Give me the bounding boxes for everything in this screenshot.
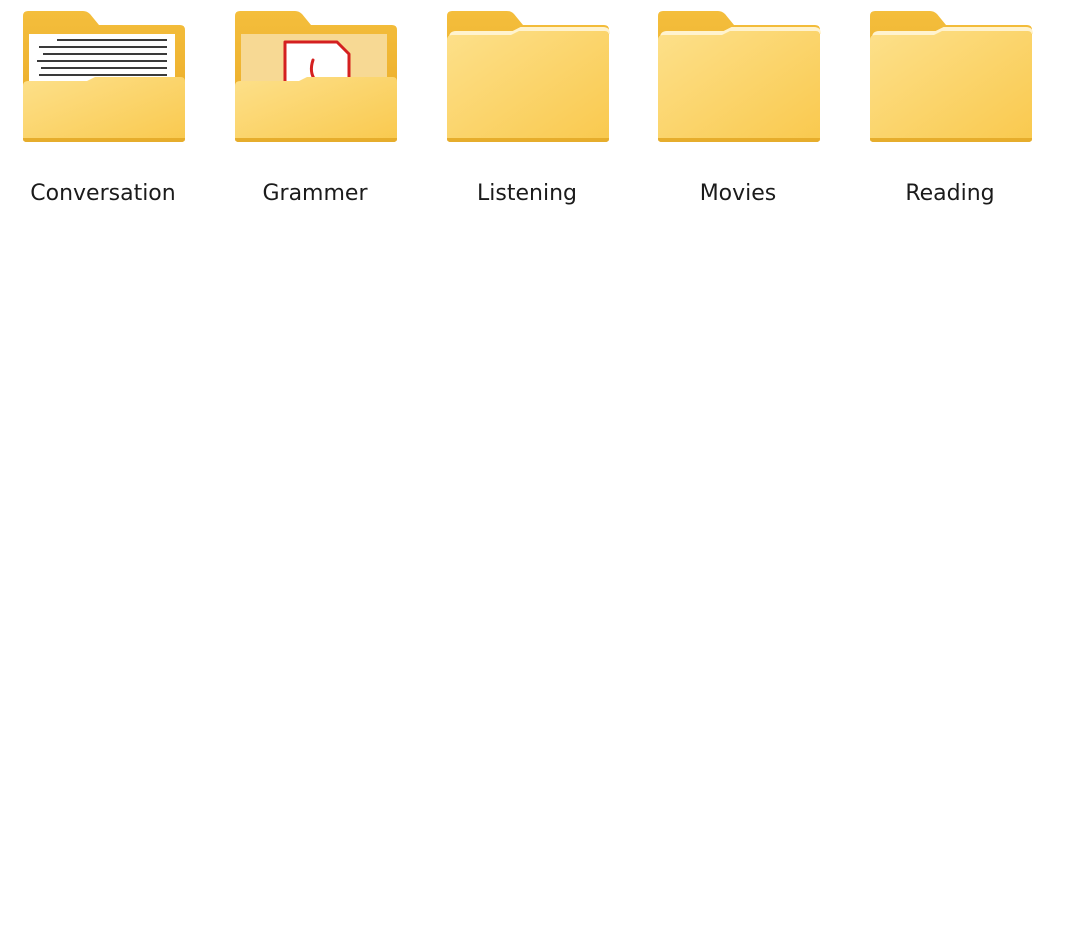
folder-label: Movies <box>699 181 777 206</box>
folder-icon <box>441 6 613 146</box>
folder-conversation[interactable]: Conversation <box>13 6 193 218</box>
folder-label: Reading <box>905 181 995 206</box>
folder-label: Conversation <box>30 181 176 206</box>
folder-movies[interactable]: Movies <box>648 6 828 218</box>
folder-icon <box>864 6 1036 146</box>
folder-grid: Conversation Grammer Listening Movies Re… <box>0 0 1079 230</box>
folder-label: Listening <box>477 181 577 206</box>
folder-reading[interactable]: Reading <box>860 6 1040 218</box>
document-folder-icon <box>17 6 189 146</box>
folder-grammer[interactable]: Grammer <box>225 6 405 218</box>
folder-label: Grammer <box>262 181 368 206</box>
folder-listening[interactable]: Listening <box>437 6 617 218</box>
pdf-folder-icon <box>229 6 401 146</box>
folder-icon <box>652 6 824 146</box>
